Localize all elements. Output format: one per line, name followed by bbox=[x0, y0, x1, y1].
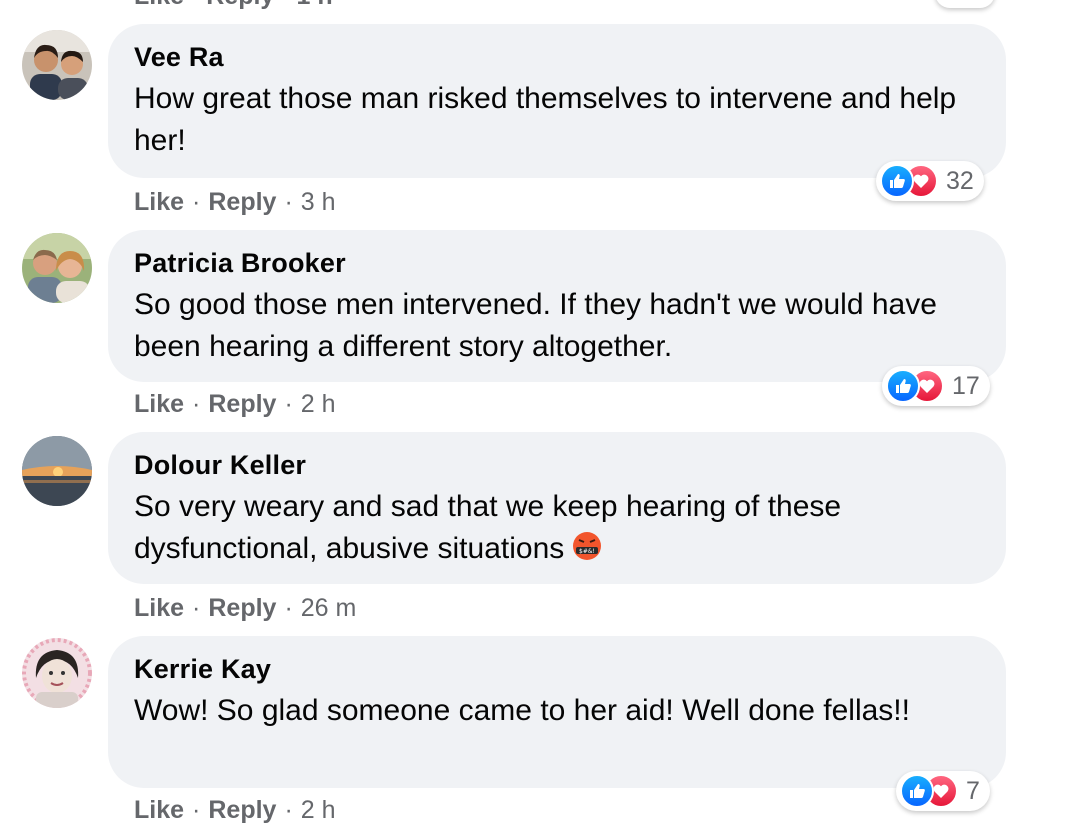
comment-author[interactable]: Patricia Brooker bbox=[134, 246, 980, 280]
angry-cursing-face-emoji: $#&! bbox=[570, 531, 604, 561]
like-button[interactable]: Like bbox=[134, 796, 184, 824]
separator-dot: · bbox=[284, 594, 293, 622]
comment-author[interactable]: Dolour Keller bbox=[134, 448, 980, 482]
comment-actions: Like · Reply · 2 h bbox=[134, 795, 336, 825]
comment-text: Wow! So glad someone came to her aid! We… bbox=[134, 694, 910, 727]
comment-text: So good those men intervened. If they ha… bbox=[134, 288, 937, 363]
separator-dot: · bbox=[192, 594, 201, 622]
like-reaction-icon bbox=[886, 369, 920, 403]
like-button[interactable]: Like bbox=[134, 390, 184, 418]
comment-actions: Like · Reply · 3 h bbox=[134, 187, 336, 217]
like-reaction-icon bbox=[900, 774, 934, 808]
like-reaction-icon bbox=[880, 164, 914, 198]
separator-dot: · bbox=[192, 390, 201, 418]
comment-actions: Like · Reply · 26 m bbox=[134, 593, 356, 623]
reaction-count: 7 bbox=[966, 776, 980, 805]
comment-bubble: Vee Ra How great those man risked themse… bbox=[108, 24, 1006, 178]
reply-button[interactable]: Reply bbox=[208, 594, 276, 622]
comment-timestamp[interactable]: 26 m bbox=[301, 594, 357, 622]
reply-button[interactable]: Reply bbox=[208, 796, 276, 824]
like-button[interactable]: Like bbox=[134, 188, 184, 216]
comment-author[interactable]: Vee Ra bbox=[134, 40, 980, 74]
comment-text-content: So very weary and sad that we keep heari… bbox=[134, 490, 842, 565]
reaction-count: 32 bbox=[946, 166, 974, 195]
comment-actions: Like · Reply · 2 h bbox=[134, 389, 336, 419]
separator-dot: · bbox=[284, 188, 293, 216]
reaction-count: 17 bbox=[952, 371, 980, 400]
previous-comment-actions: Like · Reply · 1 h bbox=[134, 0, 333, 11]
avatar[interactable] bbox=[22, 436, 92, 506]
separator-dot: · bbox=[192, 796, 201, 824]
comment-bubble: Kerrie Kay Wow! So glad someone came to … bbox=[108, 636, 1006, 788]
separator-dot: · bbox=[284, 796, 293, 824]
comment-text: So very weary and sad that we keep heari… bbox=[134, 486, 980, 570]
separator-dot: · bbox=[192, 188, 201, 216]
comment-timestamp[interactable]: 3 h bbox=[301, 188, 336, 216]
comment-text: How great those man risked themselves to… bbox=[134, 82, 957, 157]
comment-author[interactable]: Kerrie Kay bbox=[134, 652, 980, 686]
reaction-summary[interactable]: 32 bbox=[876, 161, 984, 201]
svg-text:$#&!: $#&! bbox=[579, 548, 595, 555]
comment-bubble: Patricia Brooker So good those men inter… bbox=[108, 230, 1006, 382]
separator-dot: · bbox=[284, 390, 293, 418]
like-button[interactable]: Like bbox=[134, 594, 184, 622]
avatar[interactable] bbox=[22, 233, 92, 303]
reaction-summary[interactable]: 7 bbox=[896, 771, 990, 811]
comment-bubble: Dolour Keller So very weary and sad that… bbox=[108, 432, 1006, 584]
avatar[interactable] bbox=[22, 638, 92, 708]
reply-button[interactable]: Reply bbox=[208, 390, 276, 418]
reply-button[interactable]: Reply bbox=[208, 188, 276, 216]
comment-timestamp[interactable]: 2 h bbox=[301, 390, 336, 418]
avatar[interactable] bbox=[22, 30, 92, 100]
previous-comment-reactions[interactable] bbox=[935, 0, 995, 8]
comment-timestamp[interactable]: 2 h bbox=[301, 796, 336, 824]
reaction-summary[interactable]: 17 bbox=[882, 366, 990, 406]
